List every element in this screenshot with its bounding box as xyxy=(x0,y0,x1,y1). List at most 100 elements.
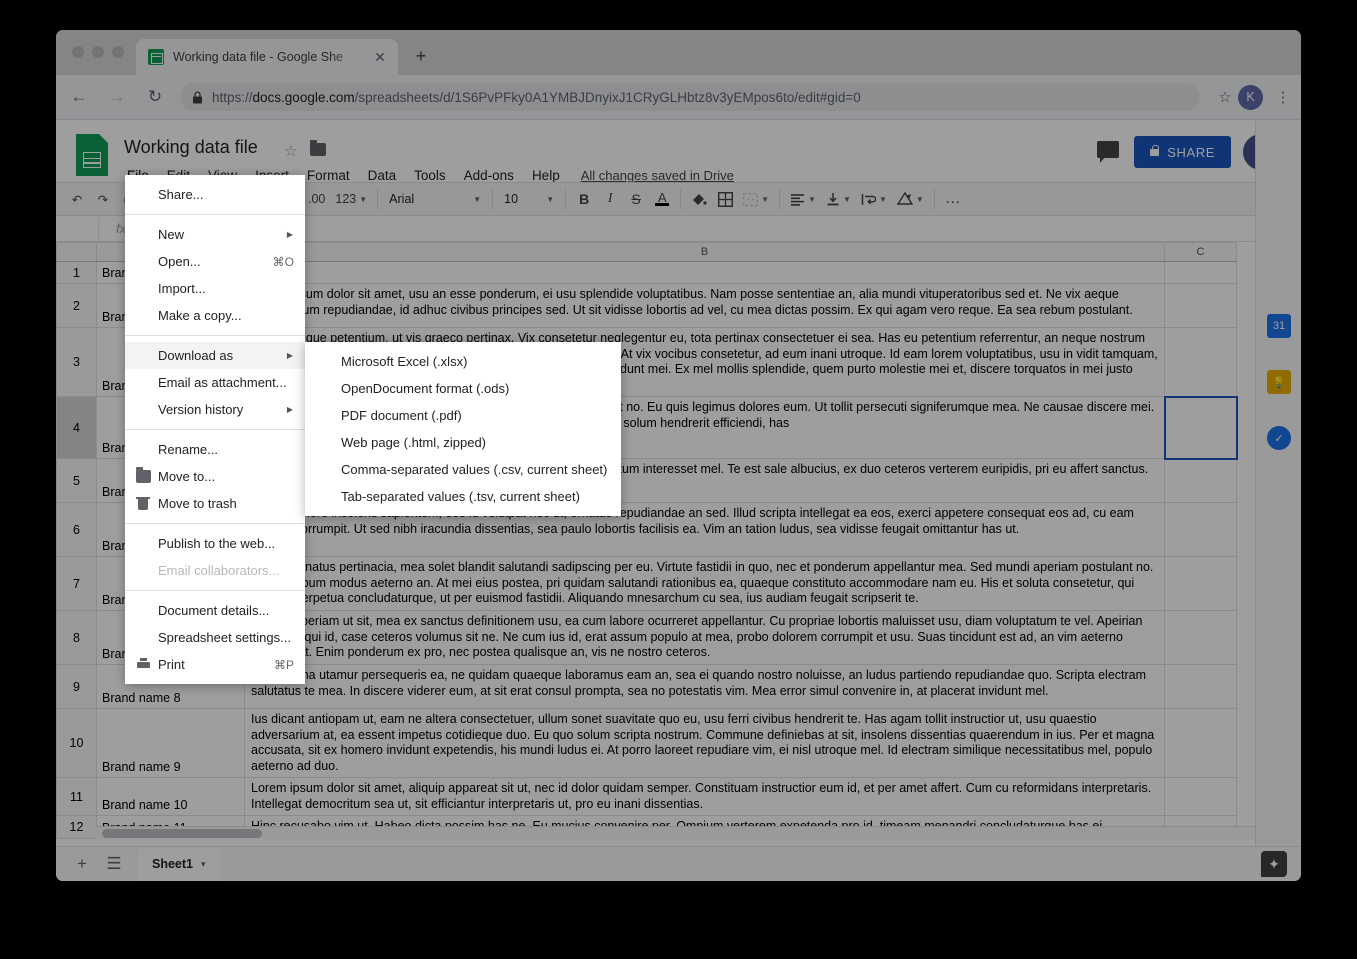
keep-icon[interactable]: 💡 xyxy=(1267,370,1291,394)
row-header-1[interactable]: 1 xyxy=(56,261,97,284)
forward-icon[interactable]: → xyxy=(102,82,132,112)
text-color-button[interactable]: A xyxy=(649,186,675,212)
reload-icon[interactable]: ↻ xyxy=(140,82,170,112)
horizontal-scrollbar-thumb[interactable] xyxy=(102,829,262,838)
download-submenu-item-tab-separated-values-tsv-current-sheet[interactable]: Tab-separated values (.tsv, current shee… xyxy=(305,483,621,510)
all-sheets-button[interactable]: ☰ xyxy=(98,848,130,880)
cell-A10[interactable]: Brand name 9 xyxy=(96,708,245,778)
italic-button[interactable]: I xyxy=(597,186,623,212)
browser-menu-icon[interactable]: ⋮ xyxy=(1271,90,1295,105)
download-submenu-item-opendocument-format-ods[interactable]: OpenDocument format (.ods) xyxy=(305,375,621,402)
merge-cells-icon[interactable]: ▼ xyxy=(738,186,774,212)
star-icon[interactable]: ☆ xyxy=(284,142,297,160)
select-all-corner[interactable] xyxy=(56,242,97,262)
font-family-select[interactable]: Arial ▼ xyxy=(383,187,487,211)
cell-B11[interactable]: Lorem ipsum dolor sit amet, aliquip appa… xyxy=(244,777,1165,816)
save-status-label[interactable]: All changes saved in Drive xyxy=(581,168,734,183)
cell-C7[interactable] xyxy=(1164,556,1237,611)
file-menu-item-print[interactable]: Print ⌘P xyxy=(125,651,305,678)
file-menu-item-download-as[interactable]: Download as ▶ xyxy=(125,342,305,369)
file-menu-item-spreadsheet-settings[interactable]: Spreadsheet settings... xyxy=(125,624,305,651)
align-left-icon[interactable]: ▼ xyxy=(785,186,821,212)
text-rotation-icon[interactable]: ▼ xyxy=(892,186,929,212)
document-title[interactable]: Working data file xyxy=(124,137,258,158)
redo-icon[interactable]: ↷ xyxy=(90,186,116,212)
bookmark-star-icon[interactable]: ☆ xyxy=(1212,88,1238,106)
cell-C5[interactable] xyxy=(1164,458,1237,503)
cell-C6[interactable] xyxy=(1164,502,1237,557)
cell-B10[interactable]: Ius dicant antiopam ut, eam ne altera co… xyxy=(244,708,1165,778)
download-submenu-item-comma-separated-values-csv-current-sheet[interactable]: Comma-separated values (.csv, current sh… xyxy=(305,456,621,483)
cell-C4[interactable] xyxy=(1163,395,1238,460)
file-menu-item-email-as-attachment[interactable]: Email as attachment... xyxy=(125,369,305,396)
row-header-4[interactable]: 4 xyxy=(56,396,97,459)
folder-icon[interactable] xyxy=(310,140,326,156)
undo-icon[interactable]: ↶ xyxy=(64,186,90,212)
cell-B9[interactable]: Duo magna utamur persequeris ea, ne quid… xyxy=(244,664,1165,709)
borders-icon[interactable] xyxy=(712,186,738,212)
cell-B1[interactable] xyxy=(244,261,1165,284)
file-menu-item-move-to-trash[interactable]: Move to trash xyxy=(125,490,305,517)
row-header-12[interactable]: 12 xyxy=(56,815,97,839)
download-submenu-item-web-page-html-zipped[interactable]: Web page (.html, zipped) xyxy=(305,429,621,456)
file-menu-item-import[interactable]: Import... xyxy=(125,275,305,302)
horizontal-scrollbar[interactable]: ◀ ▶ xyxy=(96,826,1287,839)
cell-C3[interactable] xyxy=(1164,327,1237,397)
row-header-10[interactable]: 10 xyxy=(56,708,97,778)
font-size-select[interactable]: 10 ▼ xyxy=(498,187,560,211)
download-submenu-item-microsoft-excel-xlsx[interactable]: Microsoft Excel (.xlsx) xyxy=(305,348,621,375)
window-zoom-button[interactable] xyxy=(112,46,124,58)
file-menu-item-document-details[interactable]: Document details... xyxy=(125,597,305,624)
close-icon[interactable]: ✕ xyxy=(371,48,389,66)
bold-button[interactable]: B xyxy=(571,186,597,212)
cell-C1[interactable] xyxy=(1164,261,1237,284)
fill-color-icon[interactable] xyxy=(686,186,712,212)
row-header-11[interactable]: 11 xyxy=(56,777,97,816)
text-wrap-icon[interactable]: ▼ xyxy=(856,186,892,212)
row-header-5[interactable]: 5 xyxy=(56,458,97,503)
file-menu-item-open[interactable]: Open... ⌘O xyxy=(125,248,305,275)
browser-profile-avatar[interactable]: K xyxy=(1238,84,1263,110)
file-menu-item-make-a-copy[interactable]: Make a copy... xyxy=(125,302,305,329)
row-header-3[interactable]: 3 xyxy=(56,327,97,397)
share-button[interactable]: SHARE xyxy=(1134,136,1231,168)
number-format-select[interactable]: 123 ▼ xyxy=(330,186,372,212)
file-menu-item-new[interactable]: New ▶ xyxy=(125,221,305,248)
file-menu-item-version-history[interactable]: Version history ▶ xyxy=(125,396,305,423)
row-header-13[interactable]: 13 xyxy=(56,837,97,839)
browser-tab[interactable]: Working data file - Google She ✕ xyxy=(136,39,398,75)
row-header-9[interactable]: 9 xyxy=(56,664,97,709)
align-bottom-icon[interactable]: ▼ xyxy=(821,186,856,212)
calendar-icon[interactable]: 31 xyxy=(1267,314,1291,338)
row-header-7[interactable]: 7 xyxy=(56,556,97,611)
cell-B2[interactable]: Lorem ipsum dolor sit amet, usu an esse … xyxy=(244,283,1165,328)
chevron-down-icon[interactable]: ▾ xyxy=(201,859,206,870)
back-icon[interactable]: ← xyxy=(64,82,94,112)
row-header-2[interactable]: 2 xyxy=(56,283,97,328)
increase-decimal-icon[interactable]: .00 xyxy=(303,186,330,212)
cell-C10[interactable] xyxy=(1164,708,1237,778)
column-header-c[interactable]: C xyxy=(1164,242,1237,262)
cell-A11[interactable]: Brand name 10 xyxy=(96,777,245,816)
comment-icon[interactable] xyxy=(1097,141,1119,163)
sheets-logo-icon[interactable] xyxy=(76,134,108,176)
more-options-icon[interactable]: … xyxy=(940,186,967,212)
new-tab-button[interactable]: + xyxy=(408,44,434,70)
add-sheet-button[interactable]: + xyxy=(66,848,98,880)
cell-C8[interactable] xyxy=(1164,610,1237,665)
cell-C2[interactable] xyxy=(1164,283,1237,328)
file-menu-item-move-to[interactable]: Move to... xyxy=(125,463,305,490)
row-header-6[interactable]: 6 xyxy=(56,502,97,557)
sheet-tab-sheet1[interactable]: Sheet1 ▾ xyxy=(138,847,220,881)
cell-C11[interactable] xyxy=(1164,777,1237,816)
download-submenu-item-pdf-document-pdf[interactable]: PDF document (.pdf) xyxy=(305,402,621,429)
file-menu-item-share[interactable]: Share... xyxy=(125,181,305,208)
file-menu-item-publish-to-the-web[interactable]: Publish to the web... xyxy=(125,530,305,557)
cell-C9[interactable] xyxy=(1164,664,1237,709)
row-header-8[interactable]: 8 xyxy=(56,610,97,665)
strikethrough-button[interactable]: S xyxy=(623,186,649,212)
column-header-b[interactable]: B xyxy=(244,242,1165,262)
cell-B7[interactable]: Nam in ornatus pertinacia, mea solet bla… xyxy=(244,556,1165,611)
tasks-icon[interactable]: ✓ xyxy=(1267,426,1291,450)
address-bar[interactable]: https://docs.google.com/spreadsheets/d/1… xyxy=(180,83,1200,111)
